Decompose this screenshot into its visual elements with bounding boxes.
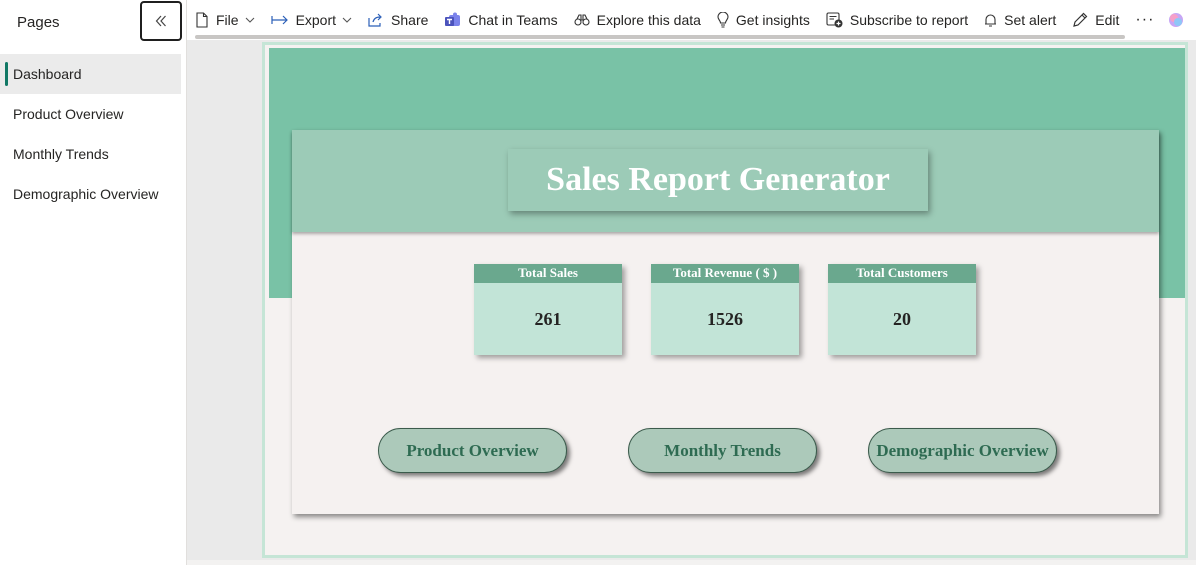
binoculars-icon <box>574 14 590 26</box>
pages-pane-title: Pages <box>17 14 60 31</box>
kpi-value: 20 <box>893 308 911 329</box>
chat-in-teams-label: Chat in Teams <box>468 12 558 28</box>
demographic-overview-button[interactable]: Demographic Overview <box>868 428 1057 473</box>
page-item-label: Product Overview <box>13 106 124 122</box>
nav-button-label: Product Overview <box>406 440 539 460</box>
share-label: Share <box>391 12 429 28</box>
share-icon <box>368 13 382 27</box>
page-item-demographic-overview[interactable]: Demographic Overview <box>0 174 186 214</box>
nav-button-label: Demographic Overview <box>876 440 1049 460</box>
document-icon <box>196 12 208 28</box>
title-box: Sales Report Generator <box>508 149 928 211</box>
main-card: Sales Report Generator Total Sales 261 T… <box>292 130 1159 514</box>
nav-button-label: Monthly Trends <box>664 440 781 460</box>
pencil-icon <box>1073 12 1088 27</box>
set-alert-label: Set alert <box>1004 12 1057 28</box>
kpi-value: 1526 <box>707 308 743 329</box>
chevron-down-icon <box>342 17 352 23</box>
set-alert-button[interactable]: Set alert <box>976 0 1064 40</box>
product-overview-button[interactable]: Product Overview <box>378 428 567 473</box>
kpi-label: Total Customers <box>828 264 976 283</box>
subscribe-icon <box>826 12 843 28</box>
kpi-card-total-sales: Total Sales 261 <box>474 264 622 355</box>
get-insights-label: Get insights <box>735 12 810 28</box>
copilot-button[interactable] <box>1162 0 1196 40</box>
page-item-label: Monthly Trends <box>13 146 109 162</box>
report-page: Sales Report Generator Total Sales 261 T… <box>262 42 1188 558</box>
power-bi-report-window: Pages Dashboard Product Overview Monthly… <box>0 0 1196 565</box>
more-options-icon: ··· <box>1135 11 1155 28</box>
export-menu-button[interactable]: Export <box>263 0 360 40</box>
export-arrow-icon <box>270 15 288 25</box>
chat-in-teams-button[interactable]: Chat in Teams <box>436 0 565 40</box>
kpi-card-total-revenue: Total Revenue ( $ ) 1526 <box>651 264 799 355</box>
double-chevron-left-icon <box>155 15 166 27</box>
report-title: Sales Report Generator <box>546 161 890 198</box>
page-item-product-overview[interactable]: Product Overview <box>0 94 186 134</box>
header-band: Sales Report Generator <box>292 130 1159 232</box>
kpi-label: Total Revenue ( $ ) <box>651 264 799 283</box>
report-canvas-area: Sales Report Generator Total Sales 261 T… <box>187 40 1196 565</box>
subscribe-label: Subscribe to report <box>849 12 969 28</box>
bell-icon <box>985 13 997 27</box>
toolbar-scrollbar[interactable] <box>195 35 1125 39</box>
get-insights-button[interactable]: Get insights <box>709 0 818 40</box>
file-menu-label: File <box>216 12 239 28</box>
subscribe-button[interactable]: Subscribe to report <box>818 0 976 40</box>
page-item-label: Dashboard <box>13 66 82 82</box>
kpi-label: Total Sales <box>474 264 622 283</box>
share-button[interactable]: Share <box>360 0 436 40</box>
teams-icon <box>445 12 461 26</box>
edit-label: Edit <box>1095 12 1120 28</box>
kpi-card-total-customers: Total Customers 20 <box>828 264 976 355</box>
copilot-icon <box>1169 13 1184 27</box>
more-options-button[interactable]: ··· <box>1127 0 1162 40</box>
chevron-down-icon <box>245 17 254 23</box>
pages-pane: Pages Dashboard Product Overview Monthly… <box>0 0 187 565</box>
explore-data-button[interactable]: Explore this data <box>566 0 709 40</box>
page-item-label: Demographic Overview <box>13 186 159 202</box>
page-item-dashboard[interactable]: Dashboard <box>0 54 181 94</box>
page-item-monthly-trends[interactable]: Monthly Trends <box>0 134 186 174</box>
file-menu-button[interactable]: File <box>187 0 263 40</box>
lightbulb-icon <box>717 12 729 28</box>
explore-data-label: Explore this data <box>596 12 701 28</box>
monthly-trends-button[interactable]: Monthly Trends <box>628 428 817 473</box>
edit-button[interactable]: Edit <box>1064 0 1127 40</box>
bottom-status-strip <box>187 560 1196 565</box>
report-toolbar: File Export Share Chat in Teams Explore … <box>187 0 1196 40</box>
page-list: Dashboard Product Overview Monthly Trend… <box>0 54 186 214</box>
export-menu-label: Export <box>295 12 337 28</box>
kpi-value: 261 <box>534 308 562 329</box>
collapse-pane-button[interactable] <box>140 1 182 41</box>
